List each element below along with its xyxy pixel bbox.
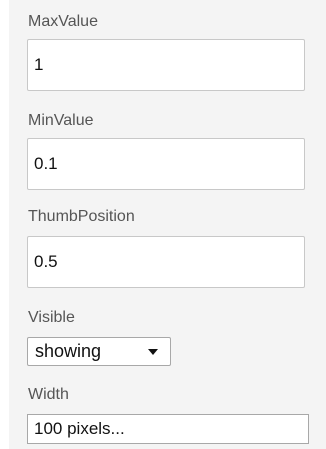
minvalue-label: MinValue (28, 112, 94, 129)
maxvalue-input[interactable]: 1 (27, 39, 305, 91)
visible-selected-value: showing (35, 341, 102, 361)
minvalue-input[interactable]: 0.1 (27, 138, 305, 190)
visible-label: Visible (28, 309, 75, 326)
dropdown-arrow-icon (148, 349, 158, 355)
width-label: Width (28, 386, 69, 403)
properties-panel: MaxValue 1 MinValue 0.1 ThumbPosition 0.… (9, 0, 326, 449)
visible-dropdown[interactable]: showing (27, 337, 171, 366)
width-input[interactable]: 100 pixels... (27, 414, 309, 444)
maxvalue-label: MaxValue (28, 13, 98, 30)
thumbposition-label: ThumbPosition (28, 208, 135, 225)
thumbposition-input[interactable]: 0.5 (27, 236, 305, 288)
